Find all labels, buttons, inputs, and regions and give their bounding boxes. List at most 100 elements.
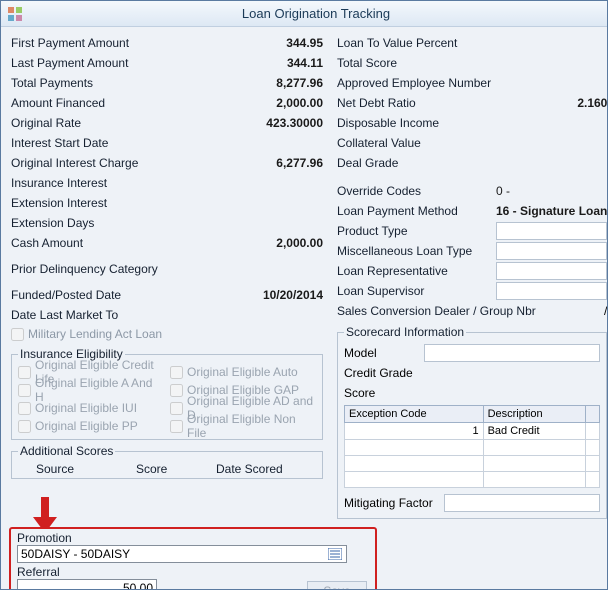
field-value: 10/20/2014 (263, 288, 323, 302)
client-area: First Payment Amount344.95Last Payment A… (1, 27, 607, 589)
scorecard: Scorecard Information Model Credit Grade… (337, 325, 607, 519)
scorecard-model-label: Model (344, 346, 424, 360)
grid-header[interactable] (585, 406, 599, 423)
titlebar: Loan Origination Tracking (1, 1, 607, 27)
left-row: Original Interest Charge6,277.96 (11, 153, 323, 173)
insurance-eligibility-group: Insurance Eligibility Original Eligible … (11, 347, 323, 440)
scores-header-date: Date Scored (216, 462, 316, 476)
field-value: 8,277.96 (276, 76, 323, 90)
right-row: Total Score (337, 53, 607, 73)
net-debt-ratio-label: Net Debt Ratio (337, 96, 522, 110)
override-codes-row: Override Codes 0 - (337, 181, 607, 201)
field-label: Collateral Value (337, 136, 522, 150)
field-label: Cash Amount (11, 236, 276, 250)
field-label: Total Score (337, 56, 522, 70)
exception-table[interactable]: Exception CodeDescription 1Bad Credit (344, 405, 600, 488)
eligibility-checkbox[interactable]: Original Eligible Non File (170, 417, 316, 435)
promotion-picker-icon[interactable] (327, 547, 343, 561)
field-label: Loan To Value Percent (337, 36, 522, 50)
right-row: Collateral Value (337, 133, 607, 153)
save-button[interactable]: Save (307, 581, 367, 590)
promotion-label: Promotion (17, 531, 369, 545)
field-label: Amount Financed (11, 96, 276, 110)
promotion-value: 50DAISY - 50DAISY (21, 547, 130, 561)
mla-checkbox-box[interactable] (11, 328, 24, 341)
app-icon (5, 4, 25, 24)
promotion-referral-group: Promotion 50DAISY - 50DAISY Referral 50.… (9, 527, 377, 590)
field-input[interactable] (496, 222, 607, 240)
mitigating-input[interactable] (444, 494, 600, 512)
left-row: First Payment Amount344.95 (11, 33, 323, 53)
right-row: Approved Employee Number (337, 73, 607, 93)
field-value: 344.95 (286, 36, 323, 50)
loan-origination-window: Loan Origination Tracking First Payment … (0, 0, 608, 590)
loan-payment-method-row: Loan Payment Method 16 - Signature Loan (337, 201, 607, 221)
right-input-row: Product Type (337, 221, 607, 241)
field-label: Loan Representative (337, 264, 492, 278)
left-row: Last Payment Amount344.11 (11, 53, 323, 73)
field-label: Original Rate (11, 116, 266, 130)
left-row: Prior Delinquency Category (11, 259, 323, 279)
left-row: Total Payments8,277.96 (11, 73, 323, 93)
field-label: Last Payment Amount (11, 56, 287, 70)
right-input-row: Miscellaneous Loan Type (337, 241, 607, 261)
field-label: Total Payments (11, 76, 276, 90)
scorecard-group: Scorecard Information Model Credit Grade… (337, 325, 607, 519)
loan-payment-method-label: Loan Payment Method (337, 204, 492, 218)
additional-scores-legend: Additional Scores (18, 444, 115, 458)
field-label: Original Interest Charge (11, 156, 276, 170)
left-row: Amount Financed2,000.00 (11, 93, 323, 113)
left-row: Extension Days (11, 213, 323, 233)
table-row[interactable] (345, 472, 600, 488)
left-row: Cash Amount2,000.00 (11, 233, 323, 253)
left-row: Insurance Interest (11, 173, 323, 193)
referral-input[interactable]: 50.00 (17, 579, 157, 590)
eligibility-checkbox[interactable]: Original Eligible PP (18, 417, 164, 435)
window-title: Loan Origination Tracking (25, 6, 607, 21)
table-row[interactable]: 1Bad Credit (345, 423, 600, 440)
eligibility-checkbox[interactable]: Original Eligible A And H (18, 381, 164, 399)
field-value: 423.30000 (266, 116, 323, 130)
field-label: Date Last Market To (11, 308, 323, 322)
sales-dealer-sep: / (604, 304, 607, 318)
field-input[interactable] (496, 262, 607, 280)
field-label: First Payment Amount (11, 36, 286, 50)
left-column: First Payment Amount344.95Last Payment A… (11, 33, 323, 521)
sales-dealer-label: Sales Conversion Dealer / Group Nbr (337, 304, 552, 318)
promotion-input[interactable]: 50DAISY - 50DAISY (17, 545, 347, 563)
table-row[interactable] (345, 456, 600, 472)
right-column: Loan To Value Percent Total Score Approved… (337, 33, 607, 521)
field-label: Disposable Income (337, 116, 522, 130)
additional-scores-group: Additional Scores Source Score Date Scor… (11, 444, 323, 479)
referral-label: Referral (17, 565, 369, 579)
field-label: Extension Interest (11, 196, 323, 210)
scorecard-score-label: Score (344, 386, 424, 400)
field-label: Funded/Posted Date (11, 288, 263, 302)
scorecard-model-input[interactable] (424, 344, 600, 362)
table-row[interactable] (345, 440, 600, 456)
scorecard-legend: Scorecard Information (344, 325, 466, 339)
field-label: Interest Start Date (11, 136, 323, 150)
mla-checkbox[interactable]: Military Lending Act Loan (11, 325, 323, 343)
right-row: Deal Grade (337, 153, 607, 173)
net-debt-ratio-row: Net Debt Ratio 2.160 (337, 93, 607, 113)
grid-header[interactable]: Exception Code (345, 406, 484, 423)
field-value: 6,277.96 (276, 156, 323, 170)
field-value: 2,000.00 (276, 236, 323, 250)
scores-header-score: Score (136, 462, 216, 476)
field-label: Approved Employee Number (337, 76, 522, 90)
eligibility-checkbox[interactable]: Original Eligible IUI (18, 399, 164, 417)
left-row: Extension Interest (11, 193, 323, 213)
field-label: Loan Supervisor (337, 284, 492, 298)
eligibility-checkbox[interactable]: Original Eligible Auto (170, 363, 316, 381)
right-input-row: Loan Supervisor (337, 281, 607, 301)
grid-header[interactable]: Description (483, 406, 585, 423)
field-input[interactable] (496, 282, 607, 300)
left-row: Original Rate423.30000 (11, 113, 323, 133)
mla-label: Military Lending Act Loan (28, 327, 162, 341)
field-label: Extension Days (11, 216, 323, 230)
field-input[interactable] (496, 242, 607, 260)
field-label: Insurance Interest (11, 176, 323, 190)
field-label: Miscellaneous Loan Type (337, 244, 492, 258)
field-label: Deal Grade (337, 156, 522, 170)
